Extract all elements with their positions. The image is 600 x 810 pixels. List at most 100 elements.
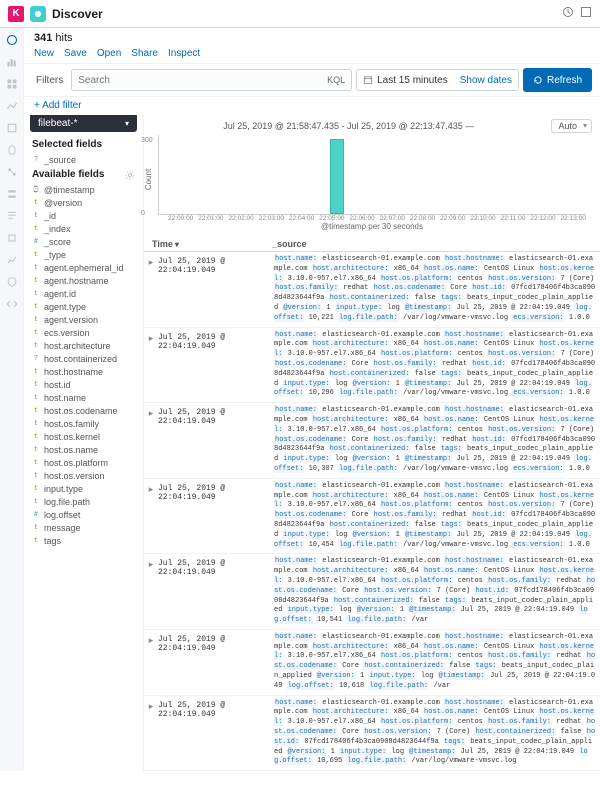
field-item[interactable]: _type xyxy=(24,248,143,261)
chart-xlabel: @timestamp per 30 seconds xyxy=(152,222,592,235)
field-item[interactable]: agent.type xyxy=(24,300,143,313)
doc-source: host.name: elasticsearch-01.example.com … xyxy=(274,482,596,551)
xtick-label: 22:08:00 xyxy=(410,215,435,222)
field-name: host.name xyxy=(44,393,86,403)
kibana-logo-icon[interactable]: K xyxy=(8,6,24,22)
nav-timelion-icon[interactable] xyxy=(6,100,18,112)
nav-ml-icon[interactable] xyxy=(6,166,18,178)
nav-canvas-icon[interactable] xyxy=(6,122,18,134)
nav-logs-icon[interactable] xyxy=(6,210,18,222)
field-item[interactable]: host.architecture xyxy=(24,339,143,352)
field-item[interactable]: agent.id xyxy=(24,287,143,300)
field-item[interactable]: ecs.version xyxy=(24,326,143,339)
field-item[interactable]: log.offset xyxy=(24,508,143,521)
nav-devtools-icon[interactable] xyxy=(6,298,18,310)
field-name: agent.version xyxy=(44,315,98,325)
field-item[interactable]: host.name xyxy=(24,391,143,404)
search-input[interactable] xyxy=(78,75,327,86)
recent-icon[interactable] xyxy=(562,6,574,21)
chart-ylabel: Count xyxy=(144,169,153,190)
field-item[interactable]: input.type xyxy=(24,482,143,495)
nav-infra-icon[interactable] xyxy=(6,188,18,200)
interval-select[interactable]: Auto xyxy=(551,119,592,133)
nav-dashboard-icon[interactable] xyxy=(6,78,18,90)
field-item[interactable]: host.os.kernel xyxy=(24,430,143,443)
show-dates-link[interactable]: Show dates xyxy=(452,75,512,86)
gear-icon[interactable] xyxy=(125,170,135,180)
xtick-label: 22:03:00 xyxy=(259,215,284,222)
field-item[interactable]: agent.hostname xyxy=(24,274,143,287)
field-type-icon xyxy=(32,225,40,233)
field-name: agent.ephemeral_id xyxy=(44,263,124,273)
refresh-icon xyxy=(533,75,543,85)
search-box[interactable]: KQL xyxy=(71,69,352,91)
nav-maps-icon[interactable] xyxy=(6,144,18,156)
nav-uptime-icon[interactable] xyxy=(6,254,18,266)
field-item[interactable]: host.os.codename xyxy=(24,404,143,417)
kql-toggle[interactable]: KQL xyxy=(327,75,345,85)
doc-row: ▸Jul 25, 2019 @ 22:04:19.049host.name: e… xyxy=(144,630,600,696)
nav-discover-icon[interactable] xyxy=(6,34,18,46)
field-item[interactable]: agent.version xyxy=(24,313,143,326)
source-column-header[interactable]: _source xyxy=(272,239,592,249)
field-item[interactable]: host.containerized xyxy=(24,352,143,365)
field-item[interactable]: @timestamp xyxy=(24,183,143,196)
fields-sidebar: filebeat-* ▾ Selected fields _source Ava… xyxy=(24,115,144,771)
expand-toggle[interactable]: ▸ xyxy=(144,331,158,400)
time-picker[interactable]: Last 15 minutes Show dates xyxy=(356,69,519,91)
open-button[interactable]: Open xyxy=(97,48,121,59)
field-item[interactable]: _id xyxy=(24,209,143,222)
field-item[interactable]: tags xyxy=(24,534,143,547)
field-item[interactable]: host.id xyxy=(24,378,143,391)
doc-time: Jul 25, 2019 @ 22:04:19.049 xyxy=(158,255,274,324)
new-button[interactable]: New xyxy=(34,48,54,59)
field-name: input.type xyxy=(44,484,83,494)
field-item[interactable]: agent.ephemeral_id xyxy=(24,261,143,274)
refresh-button[interactable]: Refresh xyxy=(523,68,592,92)
xtick-label: 22:02:00 xyxy=(228,215,253,222)
field-item[interactable]: message xyxy=(24,521,143,534)
fullscreen-icon[interactable] xyxy=(580,6,592,21)
inspect-button[interactable]: Inspect xyxy=(168,48,200,59)
available-fields-header: Available fields xyxy=(24,166,143,183)
share-button[interactable]: Share xyxy=(131,48,158,59)
field-name: _index xyxy=(44,224,71,234)
field-type-icon xyxy=(32,407,40,415)
field-item[interactable]: _index xyxy=(24,222,143,235)
field-type-icon xyxy=(32,199,40,207)
expand-toggle[interactable]: ▸ xyxy=(144,406,158,475)
xtick-label: 22:13:00 xyxy=(561,215,586,222)
field-item[interactable]: @version xyxy=(24,196,143,209)
histogram-bar[interactable] xyxy=(330,139,344,214)
filters-label: Filters xyxy=(32,75,67,86)
field-item[interactable]: _source xyxy=(24,153,143,166)
field-item[interactable]: host.os.name xyxy=(24,443,143,456)
field-item[interactable]: log.file.path xyxy=(24,495,143,508)
field-name: host.hostname xyxy=(44,367,103,377)
time-column-header[interactable]: Time ▾ xyxy=(152,239,272,249)
add-filter-link[interactable]: + Add filter xyxy=(34,100,82,111)
expand-toggle[interactable]: ▸ xyxy=(144,699,158,768)
nav-siem-icon[interactable] xyxy=(6,276,18,288)
field-type-icon xyxy=(32,537,40,545)
nav-apm-icon[interactable] xyxy=(6,232,18,244)
field-name: host.containerized xyxy=(44,354,117,364)
field-item[interactable]: host.os.version xyxy=(24,469,143,482)
xtick-label: 22:11:00 xyxy=(501,215,526,222)
doc-time: Jul 25, 2019 @ 22:04:19.049 xyxy=(158,482,274,551)
field-type-icon xyxy=(32,459,40,467)
field-item[interactable]: _score xyxy=(24,235,143,248)
histogram-chart[interactable]: 300 0 xyxy=(158,135,586,215)
expand-toggle[interactable]: ▸ xyxy=(144,255,158,324)
index-pattern-selector[interactable]: filebeat-* ▾ xyxy=(30,115,137,132)
field-type-icon xyxy=(32,316,40,324)
nav-visualize-icon[interactable] xyxy=(6,56,18,68)
expand-toggle[interactable]: ▸ xyxy=(144,482,158,551)
field-item[interactable]: host.os.family xyxy=(24,417,143,430)
xtick-label: 22:09:00 xyxy=(440,215,465,222)
field-item[interactable]: host.os.platform xyxy=(24,456,143,469)
field-item[interactable]: host.hostname xyxy=(24,365,143,378)
expand-toggle[interactable]: ▸ xyxy=(144,557,158,626)
save-button[interactable]: Save xyxy=(64,48,87,59)
filter-bar: Filters KQL Last 15 minutes Show dates R… xyxy=(24,64,600,97)
